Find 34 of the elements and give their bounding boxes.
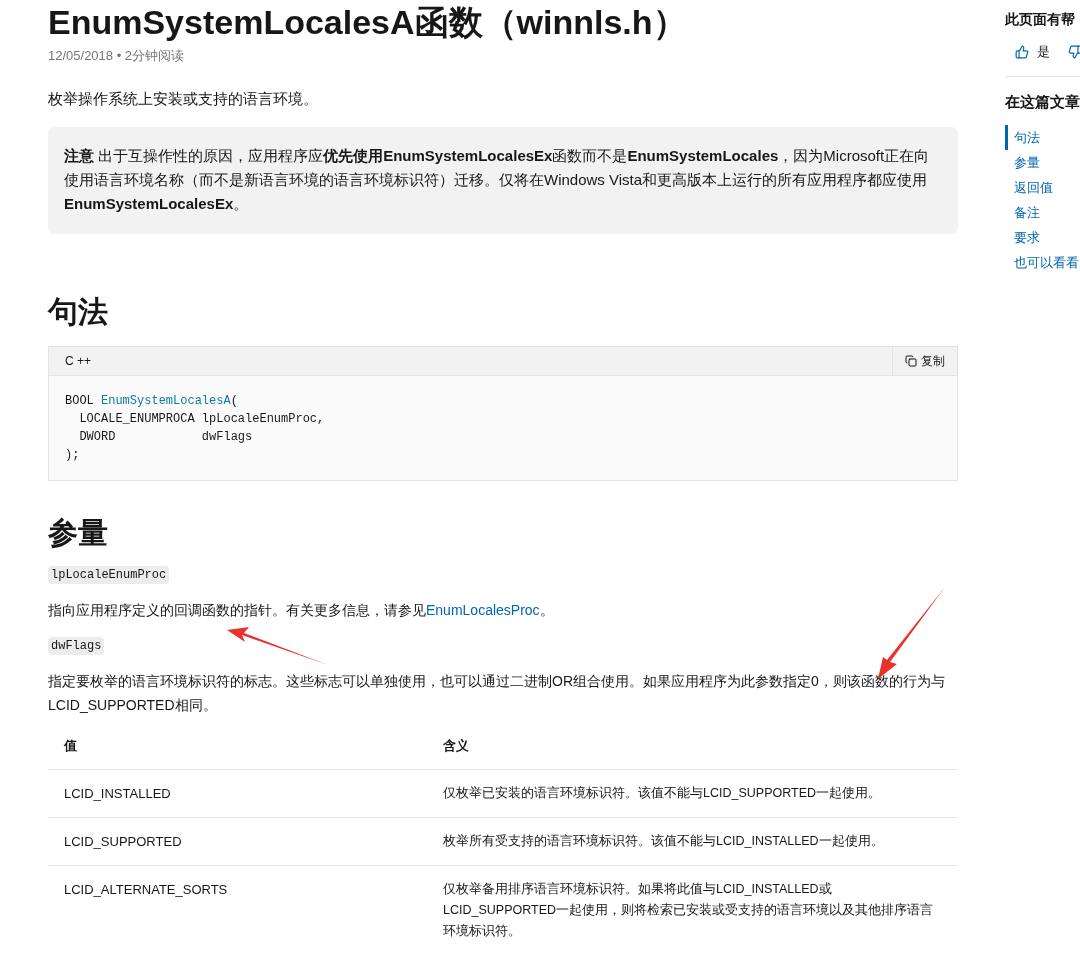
note-text: 注意 出于互操作性的原因，应用程序应优先使用EnumSystemLocalesEx函数而不是EnumSystemLocales，因为Microsoft正在向使用语言环境名称（而不是新语言环境的语言环境标识符）迁移。仅将在Windows Vista和更高版本上运行的所有应用程序都应使用EnumSystemLocalesEx。 <box>64 147 930 212</box>
thumbs-down-icon[interactable] <box>1068 44 1080 59</box>
article-meta: 12/05/2018 • 2分钟阅读 <box>48 47 186 65</box>
table-cell: 枚举所有受支持的语言环境标识符。该值不能与LCID_INSTALLED一起使用。 <box>427 817 958 865</box>
feedback-title: 此页面有帮 <box>1005 10 1076 29</box>
page-title: EnumSystemLocalesA函数（winnls.h） <box>48 2 688 42</box>
table-cell: LCID_SUPPORTED <box>48 817 427 865</box>
column-header: 含义 <box>427 723 958 769</box>
table-cell: 仅枚举已安装的语言环境标识符。该值不能与LCID_SUPPORTED一起使用。 <box>427 769 958 817</box>
yes-button[interactable]: 是 <box>1005 42 1050 62</box>
copy-icon <box>905 355 917 367</box>
table-cell: 仅枚举备用排序语言环境标识符。如果将此值与LCID_INSTALLED或LCID_SUPPORTED一起使用，则将检索已安装或受支持的语言环境以及其他排序语言环境标识符。 <box>427 865 958 955</box>
table-cell: LCID_INSTALLED <box>48 769 427 817</box>
toc-title: 在这篇文章 <box>1005 91 1080 112</box>
toc-link[interactable]: 也可以看看 <box>1005 250 1080 275</box>
toc-link[interactable]: 备注 <box>1005 200 1080 225</box>
column-header: 值 <box>48 723 427 769</box>
toc-link[interactable]: 要求 <box>1005 225 1080 250</box>
thumbs-up-icon <box>1015 44 1029 59</box>
parameter-link[interactable]: EnumLocalesProc <box>426 602 540 618</box>
parameter-name: lpLocaleEnumProc <box>48 566 170 584</box>
section-heading: 句法 <box>48 294 109 330</box>
parameter-name: dwFlags <box>48 637 105 655</box>
section-heading: 参量 <box>48 515 109 551</box>
copy-button[interactable]: 复制 <box>892 347 957 375</box>
code-text: BOOL EnumSystemLocalesA( LOCALE_ENUMPROCA lpLocaleEnumProc, DWORD dwFlags ); <box>64 393 326 464</box>
parameter-description: 指向应用程序定义的回调函数的指针。有关更多信息，请参见EnumLocalesProc。 <box>48 601 555 620</box>
toc-link[interactable]: 返回值 <box>1005 175 1080 200</box>
summary-text: 枚举操作系统上安装或支持的语言环境。 <box>48 88 319 109</box>
code-language: C ++ <box>65 353 91 370</box>
parameter-description: 指定要枚举的语言环境标识符的标志。这些标志可以单独使用，也可以通过二进制OR组合使用。如果应用程序为此参数指定0，则该函数的行为与LCID_SUPPORTED相同。 <box>48 672 946 715</box>
toc-link[interactable]: 句法 <box>1005 125 1080 150</box>
toc-link[interactable]: 参量 <box>1005 150 1080 175</box>
table-cell: LCID_ALTERNATE_SORTS <box>48 865 427 955</box>
